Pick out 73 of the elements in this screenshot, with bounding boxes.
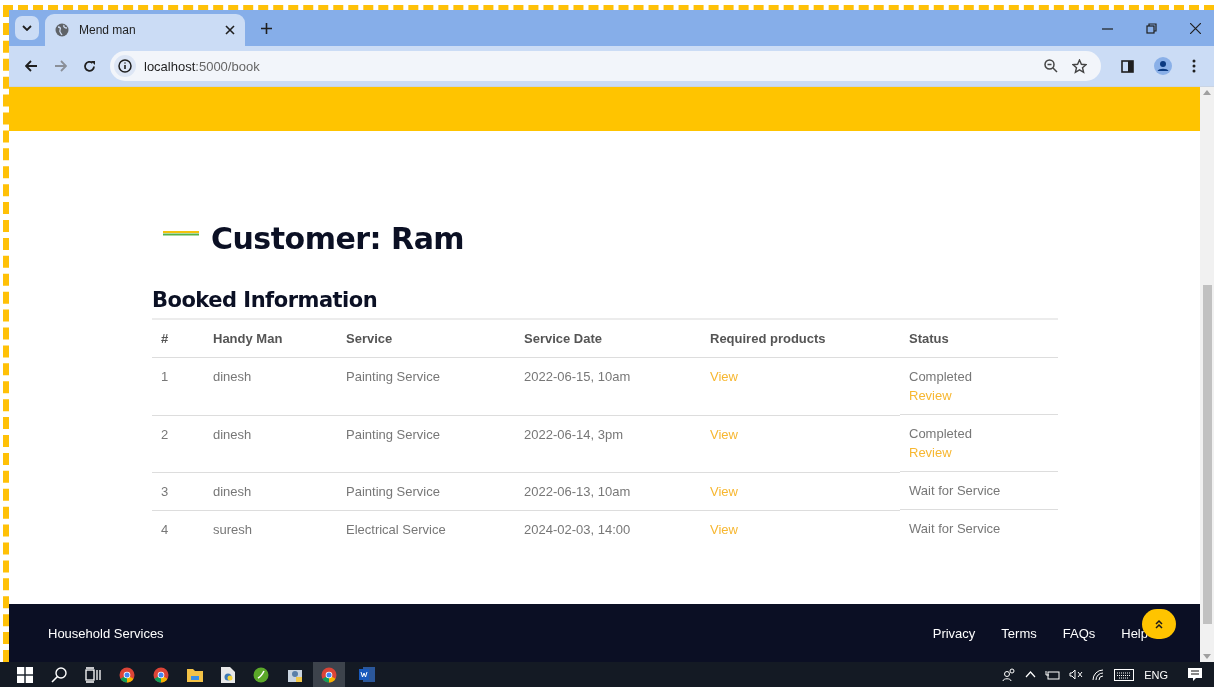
globe-icon [55,23,69,37]
reload-icon[interactable] [83,59,96,73]
side-panel-icon[interactable] [1121,59,1134,73]
app-icon[interactable] [253,666,269,683]
footer-link[interactable]: Help [1121,625,1148,641]
chevron-up-icon[interactable] [1025,671,1037,678]
caret-icon [22,25,32,31]
table-cell: Painting Service [337,415,515,472]
double-chevron-up-icon [1154,619,1164,629]
table-cell: 2 [152,415,204,472]
table-cell: Painting Service [337,472,515,510]
status-text: Completed [909,369,973,384]
heading-accent-icon [163,231,199,236]
footer-link[interactable]: Terms [1001,625,1037,641]
browser-icon[interactable] [153,666,169,683]
close-icon[interactable] [1190,22,1201,34]
table-cell: dinesh [204,415,337,472]
browser-taskbar-button[interactable] [313,662,345,687]
table-cell: 4 [152,510,204,548]
customer-heading: Customer: Ram [211,221,465,256]
muted-speaker-icon[interactable] [1069,669,1084,680]
zoom-out-icon[interactable] [1044,59,1058,73]
table-cell: dinesh [204,472,337,510]
battery-icon[interactable] [1045,669,1061,680]
column-header: # [152,319,204,358]
tab-search-button[interactable] [15,16,39,40]
search-icon[interactable] [51,666,67,683]
language-indicator[interactable]: ENG [1144,668,1168,681]
windows-start-icon[interactable] [17,666,33,683]
address-bar[interactable]: localhost:5000/book [110,51,1101,81]
close-icon[interactable] [225,25,235,35]
menu-icon[interactable] [1192,59,1196,73]
status-text: Wait for Service [909,483,1002,498]
column-header: Required products [701,319,900,358]
column-header: Service [337,319,515,358]
url-text: localhost:5000/book [144,58,260,74]
footer-link[interactable]: FAQs [1062,625,1096,641]
browser-icon [321,666,337,683]
keyboard-icon[interactable] [1114,668,1135,681]
people-icon[interactable] [1002,667,1017,682]
restore-icon[interactable] [1146,22,1157,34]
column-header: Handy Man [204,319,337,358]
back-icon[interactable] [25,60,38,72]
table-cell: 3 [152,472,204,510]
browser-tab[interactable]: Mend man [45,14,245,46]
table-cell: 2022-06-14, 3pm [515,415,701,472]
table-cell: dinesh [204,357,337,415]
profile-icon[interactable] [1154,57,1172,75]
table-cell: 2022-06-13, 10am [515,472,701,510]
folder-icon[interactable] [187,667,203,682]
column-header: Service Date [515,319,701,358]
tab-title: Mend man [79,23,137,37]
star-icon[interactable] [1072,58,1087,74]
wifi-icon[interactable] [1092,668,1106,681]
table-cell: Painting Service [337,357,515,415]
status-text: Completed [909,426,973,441]
table-cell: Electrical Service [337,510,515,548]
section-title: Booked Information [152,288,379,312]
document-icon[interactable] [359,667,375,682]
footer-link[interactable]: Privacy [932,625,976,641]
status-text: Wait for Service [909,521,1002,536]
table-cell: suresh [204,510,337,548]
browser-icon[interactable] [119,666,135,683]
column-header: Status [900,319,1058,358]
footer-brand: Household Services [48,625,164,641]
info-icon[interactable] [114,55,136,77]
table-cell: 2022-06-15, 10am [515,357,701,415]
task-view-icon[interactable] [85,666,101,683]
table-cell: 1 [152,357,204,415]
table-cell: 2024-02-03, 14:00 [515,510,701,548]
notification-icon[interactable] [1188,667,1202,682]
new-tab-icon[interactable] [261,22,272,34]
file-icon[interactable] [221,666,235,683]
